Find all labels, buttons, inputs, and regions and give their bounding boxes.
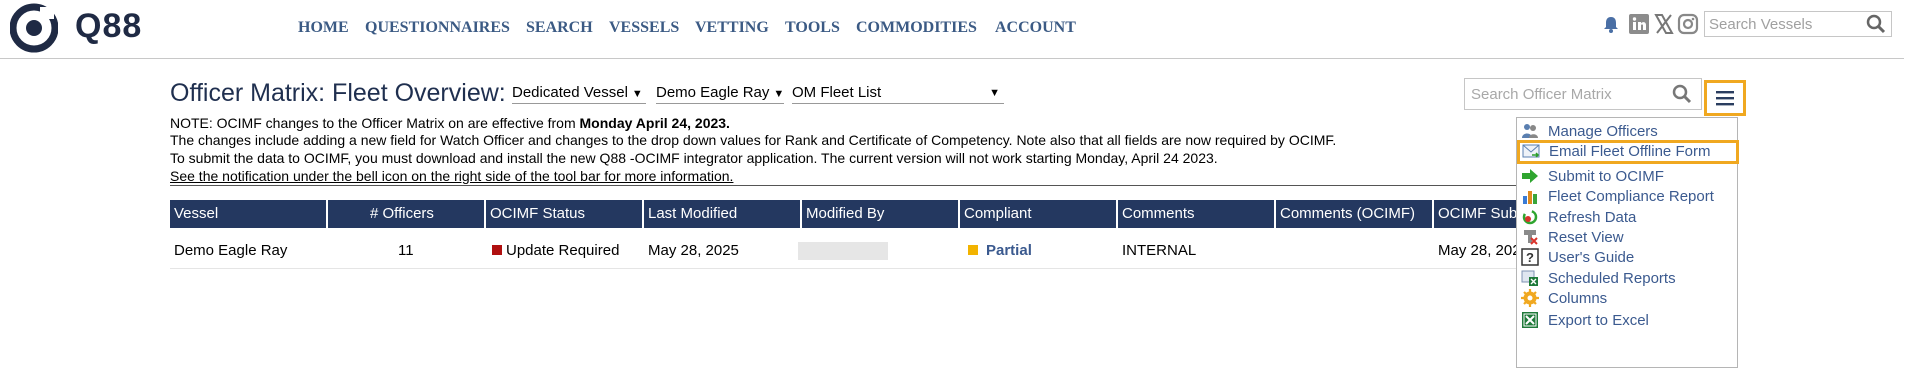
x-icon[interactable] bbox=[1653, 13, 1675, 35]
status-update-required-icon bbox=[492, 245, 502, 255]
bell-icon[interactable] bbox=[1600, 13, 1622, 35]
chevron-down-icon: ▼ bbox=[773, 88, 785, 100]
page-title: Officer Matrix: Fleet Overview: bbox=[170, 79, 506, 107]
column-header-modified-by[interactable]: Modified By bbox=[802, 200, 960, 228]
menu-item-columns[interactable]: Columns bbox=[1517, 287, 1737, 311]
chevron-down-icon: ▼ bbox=[631, 88, 643, 100]
menu-label: Submit to OCIMF bbox=[1548, 168, 1664, 185]
vessel-search-input[interactable] bbox=[1705, 12, 1863, 36]
partial-status-icon bbox=[968, 245, 978, 255]
cell-modified-by bbox=[798, 242, 888, 260]
officer-matrix-search bbox=[1464, 78, 1702, 110]
column-header-officers[interactable]: # Officers bbox=[328, 200, 486, 228]
nav-account[interactable]: ACCOUNT bbox=[995, 19, 1076, 37]
q88-logo-icon[interactable] bbox=[10, 3, 58, 53]
users-icon bbox=[1522, 124, 1538, 138]
menu-label: Fleet Compliance Report bbox=[1548, 188, 1714, 205]
vessel-select[interactable]: Demo Eagle Ray ▼ bbox=[656, 84, 784, 104]
menu-label: Reset View bbox=[1548, 229, 1624, 246]
cell-officers: 11 bbox=[398, 242, 414, 259]
nav-home[interactable]: HOME bbox=[298, 19, 349, 37]
nav-vetting[interactable]: VETTING bbox=[695, 19, 769, 37]
actions-dropdown-menu: Manage Officers Email Fleet Offline Form… bbox=[1516, 117, 1739, 368]
vessel-search bbox=[1704, 11, 1892, 37]
nav-commodities[interactable]: COMMODITIES bbox=[856, 19, 977, 37]
nav-vessels[interactable]: VESSELS bbox=[609, 19, 679, 37]
linkedin-icon[interactable] bbox=[1628, 13, 1650, 35]
notice-line-3: To submit the data to OCIMF, you must do… bbox=[170, 150, 1218, 166]
column-header-ocimf-submitted[interactable]: OCIMF Submitted bbox=[1434, 200, 1516, 228]
cell-ocimf-status: Update Required bbox=[492, 242, 619, 259]
help-icon: ? bbox=[1521, 248, 1539, 266]
menu-label: Columns bbox=[1548, 290, 1608, 307]
compliant-text: Partial bbox=[986, 242, 1032, 259]
divider bbox=[170, 185, 1520, 186]
refresh-icon bbox=[1522, 209, 1538, 225]
svg-text:?: ? bbox=[1526, 250, 1534, 265]
scheduled-report-icon bbox=[1521, 270, 1538, 286]
notice-line-1: NOTE: OCIMF changes to the Officer Matri… bbox=[170, 115, 730, 132]
menu-label: Email Fleet Offline Form bbox=[1549, 143, 1711, 160]
menu-label: Export to Excel bbox=[1548, 312, 1649, 329]
hamburger-menu-button[interactable] bbox=[1704, 80, 1746, 116]
vessel-value: Demo Eagle Ray bbox=[656, 84, 770, 101]
fleet-list-value: OM Fleet List bbox=[792, 84, 882, 101]
column-header-comments[interactable]: Comments bbox=[1118, 200, 1276, 228]
search-icon[interactable] bbox=[1865, 13, 1887, 35]
arrow-right-icon bbox=[1522, 169, 1538, 183]
column-header-vessel[interactable]: Vessel bbox=[170, 200, 328, 228]
menu-label: Manage Officers bbox=[1548, 123, 1658, 140]
bar-chart-icon bbox=[1523, 191, 1537, 204]
menu-item-export-to-excel[interactable]: Export to Excel bbox=[1517, 309, 1737, 333]
cell-compliant[interactable]: Partial bbox=[968, 242, 1032, 259]
column-header-comments-ocimf[interactable]: Comments (OCIMF) bbox=[1276, 200, 1434, 228]
brand-name[interactable]: Q88 bbox=[75, 7, 142, 46]
notice-date: Monday April 24, 2023. bbox=[579, 115, 730, 131]
reset-icon bbox=[1524, 230, 1538, 245]
row-divider bbox=[170, 268, 1520, 269]
gear-icon bbox=[1521, 289, 1539, 307]
email-icon bbox=[1522, 144, 1540, 158]
menu-label: Scheduled Reports bbox=[1548, 270, 1676, 287]
nav-tools[interactable]: TOOLS bbox=[785, 19, 840, 37]
caret-down-icon: ▼ bbox=[989, 87, 1000, 99]
column-header-compliant[interactable]: Compliant bbox=[960, 200, 1118, 228]
instagram-icon[interactable] bbox=[1677, 13, 1699, 35]
fleet-list-select[interactable]: OM Fleet List ▼ bbox=[792, 84, 1004, 104]
menu-item-email-fleet-offline-form[interactable]: Email Fleet Offline Form bbox=[1517, 140, 1739, 164]
notice-line-2: The changes include adding a new field f… bbox=[170, 132, 1337, 148]
notice-link[interactable]: See the notification under the bell icon… bbox=[170, 168, 733, 185]
excel-icon bbox=[1522, 312, 1538, 328]
hamburger-icon bbox=[1716, 91, 1734, 106]
nav-questionnaires[interactable]: QUESTIONNAIRES bbox=[365, 19, 510, 37]
officer-matrix-search-input[interactable] bbox=[1465, 79, 1667, 109]
search-icon[interactable] bbox=[1671, 83, 1693, 105]
cell-last-modified: May 28, 2025 bbox=[648, 242, 739, 259]
vessel-type-select[interactable]: Dedicated Vessel ▼ bbox=[512, 84, 646, 104]
notice-prefix: NOTE: OCIMF changes to the Officer Matri… bbox=[170, 115, 580, 131]
menu-label: Refresh Data bbox=[1548, 209, 1637, 226]
status-text: Update Required bbox=[506, 242, 620, 259]
vessel-type-value: Dedicated Vessel bbox=[512, 84, 628, 101]
menu-label: User's Guide bbox=[1548, 249, 1635, 266]
top-navigation-bar: Q88 HOME QUESTIONNAIRES SEARCH VESSELS V… bbox=[0, 0, 1904, 59]
nav-search[interactable]: SEARCH bbox=[526, 19, 593, 37]
cell-vessel[interactable]: Demo Eagle Ray bbox=[174, 242, 287, 259]
column-header-ocimf-status[interactable]: OCIMF Status bbox=[486, 200, 644, 228]
column-header-last-modified[interactable]: Last Modified bbox=[644, 200, 802, 228]
cell-comments: INTERNAL bbox=[1122, 242, 1197, 259]
